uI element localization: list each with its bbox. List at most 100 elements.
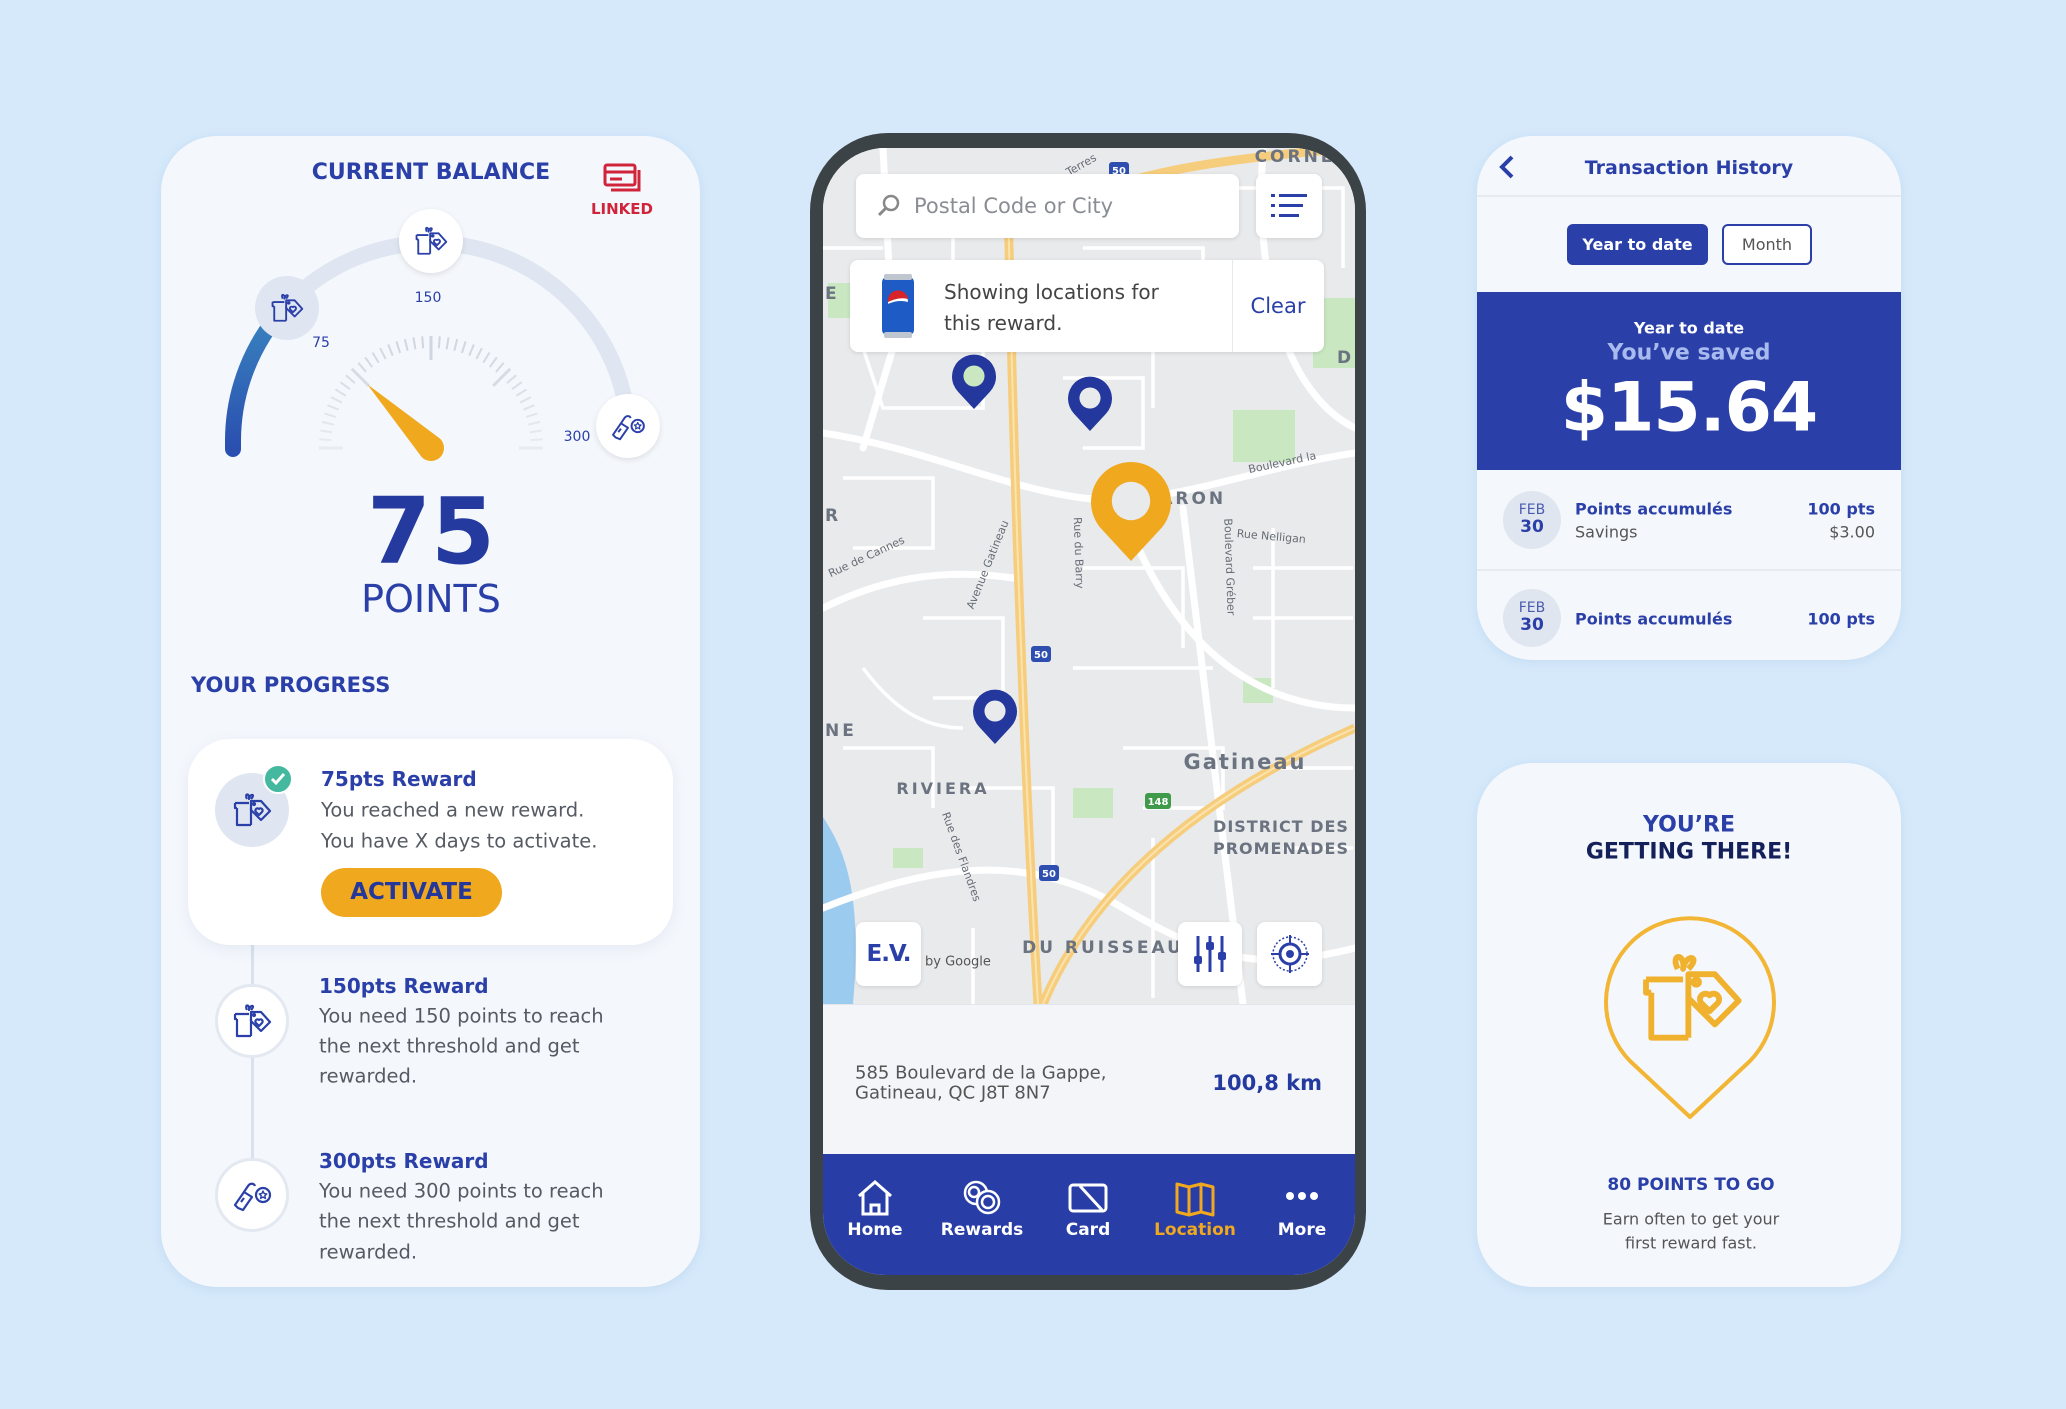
coins-icon [963,1180,1001,1215]
milestone-75-label: 75 [312,335,330,351]
gauge-tick [488,356,498,368]
date-badge: FEB 30 [1503,491,1561,549]
search-placeholder: Postal Code or City [914,194,1114,218]
tab-rewards[interactable]: Rewards [929,1154,1035,1275]
gauge-tick [530,438,543,442]
gauge-tick [334,388,347,397]
reward-text: You have X days to activate. [321,829,598,853]
summary-period: Year to date [1633,318,1745,338]
gauge-tick [395,341,402,354]
gauge-tick [519,396,532,404]
home-icon [858,1180,892,1216]
map-label: CORNE [1255,148,1336,167]
reward-filter-banner: Showing locations for this reward. Clear [850,260,1324,352]
gauge-tick [445,337,450,350]
promo-body: Earn often to get your [1602,1209,1780,1229]
reward-text: You need 150 points to reach [319,1004,604,1028]
map-icon [1175,1182,1215,1217]
map-label: E [825,284,840,304]
park [1073,788,1113,818]
pin-hole [1079,387,1101,409]
gauge-tick [460,341,467,354]
filters-button[interactable] [1178,922,1242,986]
progress-promo-card: YOU’RE GETTING THERE! 80 POINTS TO GO Ea… [1477,763,1901,1287]
tab-location[interactable]: Location [1142,1154,1248,1275]
header-divider [1477,195,1901,197]
route-50-label: 50 [1042,869,1056,880]
gauge-needle [367,384,445,462]
gauge-tick [339,381,351,391]
transaction-history-card: Transaction History Year to date Month Y… [1477,136,1901,660]
balance-card: CURRENT BALANCE LINKED 75 150 300 75 POI… [161,136,700,1287]
clear-filter-button[interactable]: Clear [1251,294,1306,318]
tab-home[interactable]: Home [823,1154,928,1275]
reward-title: 300pts Reward [319,1149,489,1173]
reward-text: You need 300 points to reach [319,1179,604,1203]
reward-300-icon [215,1158,289,1232]
screen-title: Transaction History [1584,157,1794,179]
date-month: FEB [1518,599,1546,616]
search-input[interactable]: Postal Code or City [856,174,1239,238]
map-label: RIVIERA [896,779,989,798]
gauge-tick [403,338,409,351]
tab-label: More [1277,1220,1327,1240]
route-148-label: 148 [1148,797,1169,808]
segment-year-to-date[interactable]: Year to date [1567,224,1708,265]
my-location-button[interactable] [1257,922,1322,986]
back-chevron-icon[interactable] [1497,154,1517,180]
gauge-tick [528,420,541,426]
progress-title: YOUR PROGRESS [191,673,391,697]
list-icon [1271,194,1307,217]
promo-title: GETTING THERE! [1585,839,1793,865]
activate-button[interactable]: ACTIVATE [321,868,502,917]
milestone-75-icon [255,276,319,340]
reward-150-icon [215,984,289,1058]
transaction-points: 100 pts [1807,609,1875,629]
gauge-tick [511,381,523,391]
points-label: POINTS [361,577,501,621]
tab-card[interactable]: Card [1035,1154,1141,1275]
summary-amount: $15.64 [1560,368,1818,448]
banner-divider [1232,260,1233,352]
map-label: Gatineau [1184,750,1307,774]
date-month: FEB [1518,501,1546,518]
gauge-tick [324,412,337,419]
list-view-button[interactable] [1256,174,1322,238]
gauge-tick [482,351,491,364]
gauge-tick [330,396,343,404]
gauge-tick [345,374,356,384]
tab-more[interactable]: More [1249,1154,1355,1275]
pin-hole [1111,481,1151,521]
transaction-amount: $3.00 [1829,522,1875,542]
summary-label: You’ve saved [1607,340,1771,366]
address-line: Gatineau, QC J8T 8N7 [855,1082,1051,1104]
tab-label: Home [847,1220,903,1240]
tab-label: Location [1154,1220,1236,1240]
milestone-150-icon [399,209,463,273]
points-to-go: 80 POINTS TO GO [1607,1175,1775,1195]
segment-month[interactable]: Month [1722,224,1812,265]
pin-hole [984,700,1006,722]
map-label: R [825,506,841,526]
banner-text: Showing locations for [944,280,1159,304]
transaction-subtitle: Savings [1575,522,1638,542]
ev-filter-button[interactable]: E.V. [856,922,921,986]
tab-label: Card [1065,1220,1111,1240]
gauge-tick [371,351,380,364]
reward-text: rewarded. [319,1064,418,1088]
transaction-title: Points accumulés [1575,609,1733,629]
gauge-tick [529,429,542,434]
street-label: Rue du Barry [1071,517,1087,589]
phone-screen: 50 50 50 148 CORNE LE BARON Gatineau RIV… [823,148,1355,1275]
reward-text: rewarded. [319,1240,418,1264]
gauge-tick [475,347,483,360]
map-label: DI [1337,348,1355,368]
reward-text: You reached a new reward. [321,798,585,822]
gauge-tick [525,412,538,419]
gauge-tick [364,356,374,368]
gauge-tick [412,337,417,350]
gauge-track [278,235,637,432]
date-day: 30 [1520,517,1544,538]
transaction-title: Points accumulés [1575,499,1733,519]
gauge-tick [515,388,528,397]
